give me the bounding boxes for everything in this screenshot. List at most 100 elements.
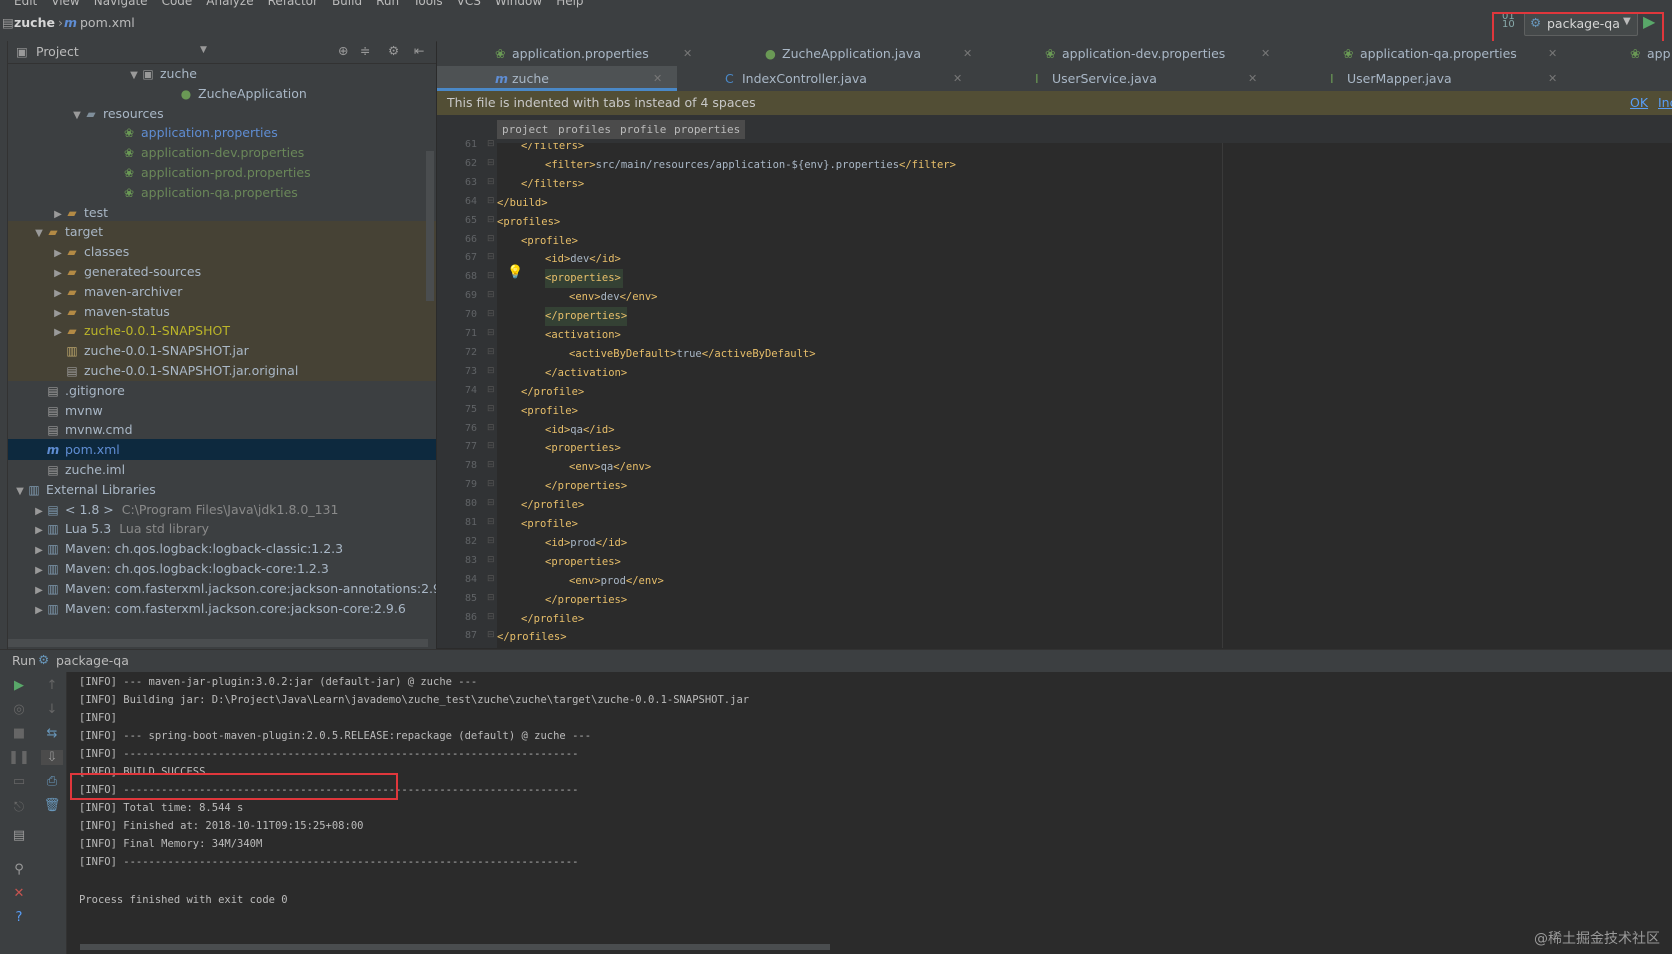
fold-marker-icon[interactable]: ⊟ [487,234,495,244]
fold-marker-icon[interactable]: ⊟ [487,385,495,395]
tree-item[interactable]: ▶ ▰ zuche-0.0.1-SNAPSHOT [8,320,436,342]
fold-marker-icon[interactable]: ⊟ [487,177,495,187]
chevron-down-icon[interactable]: ▼ [200,45,207,55]
tree-item[interactable]: ▤ zuche.iml [8,459,436,480]
fold-marker-icon[interactable]: ⊟ [487,366,495,376]
code-editor[interactable]: </filters> <filter>src/main/resources/app… [497,143,1672,648]
horizontal-scrollbar[interactable] [8,639,428,647]
tree-item[interactable]: ▥ zuche-0.0.1-SNAPSHOT.jar [8,340,436,362]
fold-marker-icon[interactable]: ⊟ [487,309,495,319]
soft-wrap-icon[interactable]: ⇆ [41,726,63,741]
menu-help[interactable]: Help [556,0,583,8]
collapse-arrow-icon[interactable]: ▶ [33,600,45,621]
fold-marker-icon[interactable]: ⊟ [487,158,495,168]
xml-breadcrumb-item[interactable]: profiles [553,120,616,139]
tree-item[interactable]: ▶ ▰ generated-sources [8,261,436,282]
scroll-up-icon[interactable]: ↑ [41,678,63,693]
editor-tab[interactable]: ● ZucheApplication.java ✕ [707,41,987,66]
fold-marker-icon[interactable]: ⊟ [487,593,495,603]
tree-item[interactable]: ❀ application-qa.properties [8,182,436,203]
tree-item[interactable]: ● ZucheApplication [8,83,436,104]
tree-item[interactable]: ▶ ▥ Maven: ch.qos.logback:logback-classic:… [8,538,436,559]
stop-icon[interactable]: ■ [8,726,30,741]
editor-tab[interactable]: m zuche ✕ [437,66,677,91]
editor-tab[interactable]: ❀ application-dev.properties ✕ [987,41,1285,66]
fold-marker-icon[interactable]: ⊟ [487,517,495,527]
close-icon[interactable]: ✕ [8,886,30,901]
tree-item[interactable]: ▶ ▰ maven-status [8,300,436,322]
tree-item[interactable]: ▶ ▥ Lua 5.3 Lua std library [8,518,436,539]
fold-marker-icon[interactable]: ⊟ [487,347,495,357]
menu-analyze[interactable]: Analyze [206,0,253,8]
tree-item[interactable]: ▶ ▰ maven-archiver [8,280,436,302]
fold-marker-icon[interactable]: ⊟ [487,630,495,640]
tree-item[interactable]: ❀ application-dev.properties [8,142,436,163]
rerun-icon[interactable]: ▶ [8,678,30,693]
vertical-scrollbar[interactable] [426,151,434,301]
collapse-icon[interactable]: ≑ [360,43,370,58]
xml-breadcrumb-item[interactable]: profile [615,120,672,139]
tree-item[interactable]: ❀ application-prod.properties [8,162,436,183]
fold-marker-icon[interactable]: ⊟ [487,536,495,546]
notice-more-link[interactable]: Inc [1658,91,1672,115]
fold-marker-icon[interactable]: ⊟ [487,612,495,622]
print-icon[interactable]: ⎙ [41,774,63,789]
run-console[interactable]: [INFO] [INFO] --- maven-jar-plugin:3.0.2:… [67,672,1672,954]
fold-marker-icon[interactable]: ⊟ [487,215,495,225]
fold-marker-icon[interactable]: ⊟ [487,328,495,338]
breadcrumb-file[interactable]: pom.xml [80,15,135,30]
tree-item[interactable]: ▤ .gitignore [8,380,436,401]
menu-tools[interactable]: Tools [413,0,443,8]
menu-view[interactable]: View [51,0,79,8]
scroll-down-icon[interactable]: ↓ [41,702,63,717]
fold-marker-icon[interactable]: ⊟ [487,139,495,149]
tree-item[interactable]: ▼ ▥ External Libraries [8,479,436,500]
fold-marker-icon[interactable]: ⊟ [487,460,495,470]
tree-item[interactable]: ▶ ▥ Maven: ch.qos.logback:logback-core:1.2… [8,558,436,579]
xml-breadcrumb-item[interactable]: project [497,120,554,139]
close-icon[interactable]: ✕ [1261,41,1270,66]
tree-item[interactable]: ▤ mvnw.cmd [8,419,436,440]
editor-tab[interactable]: I UserMapper.java ✕ [1272,66,1572,91]
lightbulb-icon[interactable]: 💡 [507,265,523,280]
exit-icon[interactable]: ⎋ [8,800,30,815]
menu-edit[interactable]: Edit [14,0,37,8]
editor-tab[interactable]: ❀ application-qa.properties ✕ [1285,41,1572,66]
close-icon[interactable]: ✕ [1548,41,1557,66]
dump-icon[interactable]: ▭ [8,774,30,789]
fold-marker-icon[interactable]: ⊟ [487,555,495,565]
tree-item[interactable]: ▶ ▥ Maven: com.fasterxml.jackson.core:jack… [8,598,436,619]
tree-item[interactable]: ❀ application.properties [8,122,436,143]
run-tab-config[interactable]: package-qa [56,653,129,668]
tree-item[interactable]: ▼ ▰ target [8,221,436,243]
tree-item[interactable]: ▼ ▣ zuche [8,63,436,84]
fold-marker-icon[interactable]: ⊟ [487,498,495,508]
fold-marker-icon[interactable]: ⊟ [487,479,495,489]
close-icon[interactable]: ✕ [1548,66,1557,91]
target-icon[interactable]: ⊕ [338,43,348,58]
close-icon[interactable]: ✕ [683,41,692,66]
fold-marker-icon[interactable]: ⊟ [487,252,495,262]
project-panel-title[interactable]: Project [36,44,79,59]
tree-item[interactable]: ▶ ▥ Maven: com.fasterxml.jackson.core:jack… [8,578,436,599]
fold-marker-icon[interactable]: ⊟ [487,441,495,451]
editor-tab[interactable]: ❀ app [1572,41,1672,66]
tree-item[interactable]: ▶ ▤ < 1.8 > C:\Program Files\Java\jdk1.8.0_… [8,499,436,520]
layout-icon[interactable]: ▤ [8,828,30,843]
trash-icon[interactable]: 🗑 [41,798,63,813]
menu-run[interactable]: Run [376,0,399,8]
console-scrollbar[interactable] [80,944,830,950]
fold-marker-icon[interactable]: ⊟ [487,423,495,433]
hide-icon[interactable]: ⇤ [414,43,424,58]
tree-item[interactable]: ▶ ▰ classes [8,241,436,263]
fold-marker-icon[interactable]: ⊟ [487,271,495,281]
menu-build[interactable]: Build [332,0,362,8]
tree-item[interactable]: ▶ ▰ test [8,202,436,223]
help-icon[interactable]: ? [8,910,30,925]
pause-icon[interactable]: ❚❚ [8,750,30,765]
pin-icon[interactable]: ⚲ [8,862,30,877]
tree-item[interactable]: ▤ zuche-0.0.1-SNAPSHOT.jar.original [8,360,436,381]
fold-marker-icon[interactable]: ⊟ [487,574,495,584]
close-icon[interactable]: ✕ [1248,66,1257,91]
tree-item[interactable]: m pom.xml [8,439,436,461]
